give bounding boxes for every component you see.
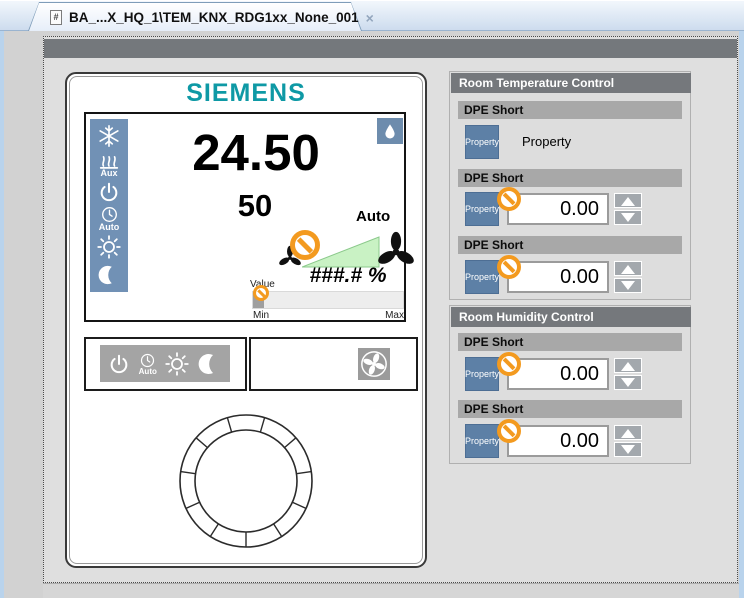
value-slider-track[interactable] (252, 291, 404, 309)
document-tab[interactable]: # BA_...X_HQ_1\TEM_KNX_RDG1xx_None_001 × (28, 2, 362, 31)
dpe-bar: DPE Short (458, 333, 682, 351)
auto-button[interactable]: Auto (139, 353, 157, 375)
dpe-bar: DPE Short (458, 169, 682, 187)
setpoint-value: 50 (130, 188, 380, 224)
mode-button-strip: Auto (100, 345, 230, 382)
fan-percent-placeholder: ###.# % (297, 264, 399, 288)
droplet-icon (382, 122, 398, 140)
slider-min-label: Min (253, 310, 269, 321)
spinner-down-button[interactable] (614, 442, 642, 457)
fan-button[interactable] (358, 348, 390, 380)
tab-close-icon[interactable]: × (366, 10, 374, 26)
comfort-button[interactable] (165, 352, 189, 376)
spinner-down-button[interactable] (614, 375, 642, 390)
display-mode-sidebar: Aux Auto (90, 119, 128, 292)
value-spinbox[interactable]: 0.00 (507, 193, 609, 225)
brand-logo: SIEMENS (65, 79, 427, 105)
rotary-dial[interactable] (177, 412, 315, 550)
spinner-down-button[interactable] (614, 210, 642, 225)
prohibited-badge (497, 419, 521, 443)
strip-auto-label: Auto (139, 368, 157, 375)
fan-swirl-icon (360, 350, 388, 378)
document-icon: # (50, 10, 62, 25)
power-icon (98, 181, 120, 203)
temperature-value: 24.50 (128, 122, 384, 184)
panel-header: Room Temperature Control (451, 73, 691, 93)
dpe-bar: DPE Short (458, 400, 682, 418)
canvas-bottom-strip (43, 583, 739, 598)
value-spinbox[interactable]: 0.00 (507, 425, 609, 457)
heating-icon: Aux (97, 152, 121, 177)
spinner-up-button[interactable] (614, 425, 642, 440)
prohibited-badge (497, 352, 521, 376)
property-button[interactable]: Property (465, 125, 499, 159)
snowflake-icon (97, 124, 121, 148)
window-frame-right (739, 31, 744, 598)
spinner-up-button[interactable] (614, 261, 642, 276)
prohibited-badge (497, 187, 521, 211)
room-humidity-panel: Room Humidity Control DPE Short Property… (449, 305, 691, 464)
panel-header: Room Humidity Control (451, 307, 691, 327)
value-spinbox[interactable]: 0.00 (507, 261, 609, 293)
auto-timer-icon: Auto (99, 206, 120, 231)
tab-title: BA_...X_HQ_1\TEM_KNX_RDG1xx_None_001 (69, 10, 359, 25)
slider-max-label: Max (368, 310, 404, 321)
dpe-bar: DPE Short (458, 236, 682, 254)
auto-label: Auto (99, 223, 120, 231)
spinner-up-button[interactable] (614, 193, 642, 208)
moon-icon (98, 263, 120, 287)
spinner-up-button[interactable] (614, 358, 642, 373)
fan-auto-label: Auto (356, 208, 390, 225)
spinner-down-button[interactable] (614, 278, 642, 293)
prohibited-badge (290, 230, 320, 260)
canvas-top-strip (44, 39, 737, 58)
property-button[interactable]: Property (465, 357, 499, 391)
property-button[interactable]: Property (465, 260, 499, 294)
dpe-bar: DPE Short (458, 101, 682, 119)
slider-prohibited-badge (253, 285, 269, 301)
value-spinbox[interactable]: 0.00 (507, 358, 609, 390)
economy-button[interactable] (198, 351, 222, 377)
property-label: Property (522, 134, 571, 149)
fan-button-box (249, 337, 418, 391)
property-button[interactable]: Property (465, 424, 499, 458)
room-temperature-panel: Room Temperature Control DPE Short Prope… (449, 71, 691, 300)
power-button[interactable] (108, 353, 130, 375)
prohibited-badge (497, 255, 521, 279)
aux-label: Aux (97, 169, 121, 177)
sun-icon (97, 235, 121, 259)
property-button[interactable]: Property (465, 192, 499, 226)
window-frame-left (0, 31, 4, 598)
